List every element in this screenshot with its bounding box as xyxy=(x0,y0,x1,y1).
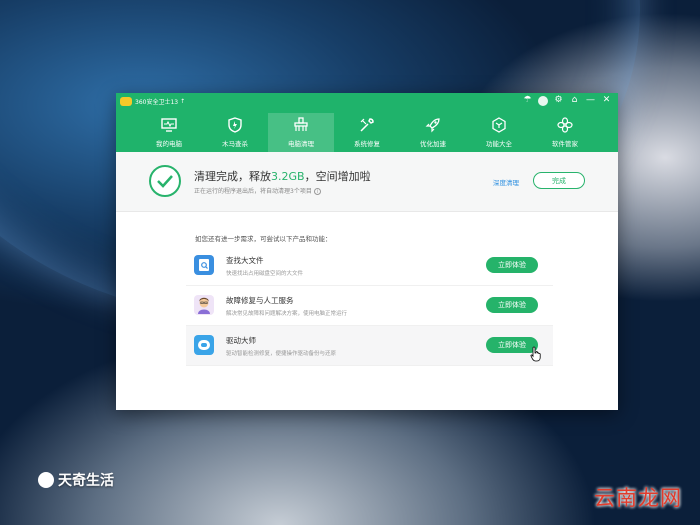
result-title: 清理完成，释放3.2GB，空间增加啦 xyxy=(194,168,371,184)
nav-trojan-scan[interactable]: 木马查杀 xyxy=(202,113,268,152)
broom-icon xyxy=(292,116,310,134)
cleanup-result-panel: 清理完成，释放3.2GB，空间增加啦 正在运行的程序退出后，将自动清理3个项目 i… xyxy=(116,152,618,212)
freed-size: 3.2GB xyxy=(271,170,305,183)
cube-icon xyxy=(490,116,508,134)
monitor-icon xyxy=(160,116,178,134)
suggestion-hint: 如您还有进一步需求，可尝试以下产品和功能： xyxy=(195,235,332,243)
close-icon[interactable]: ✕ xyxy=(601,95,612,106)
nav-pc-cleanup[interactable]: 电脑清理 xyxy=(268,113,334,152)
shirt-icon[interactable]: ⌂ xyxy=(569,95,580,106)
nav-label: 我的电脑 xyxy=(156,140,182,148)
main-nav: 我的电脑 木马查杀 电脑清理 系统修复 优化加速 功能大全 软件管家 xyxy=(136,113,598,152)
result-title-suffix: ，空间增加啦 xyxy=(304,170,371,183)
app-logo-icon xyxy=(120,96,132,106)
watermark-logo-icon xyxy=(38,472,54,488)
result-subtitle: 正在运行的程序退出后，将自动清理3个项目 i xyxy=(194,186,321,195)
info-icon[interactable]: i xyxy=(313,188,321,195)
app-header: 360安全卫士13 ↑ ☂ ⚙ ⌂ — ✕ 我的电脑 木马查杀 电脑清理 系统修… xyxy=(116,93,618,152)
rocket-icon xyxy=(424,116,442,134)
watermark-left-text: 天奇生活 xyxy=(58,473,114,489)
nav-label: 软件管家 xyxy=(552,140,578,148)
settings-icon[interactable]: ⚙ xyxy=(553,95,564,106)
nav-label: 电脑清理 xyxy=(288,140,314,148)
nav-label: 系统修复 xyxy=(354,140,380,148)
check-icon xyxy=(149,165,181,197)
watermark-right: 云南龙网 xyxy=(594,486,682,510)
person-icon xyxy=(194,295,214,315)
wrench-icon xyxy=(358,116,376,134)
nav-label: 木马查杀 xyxy=(222,140,248,148)
feature-desc: 驱动智能检测修复，便捷操作驱动备份与还原 xyxy=(226,351,337,357)
try-now-button[interactable]: 立即体验 xyxy=(486,257,538,273)
done-button[interactable]: 完成 xyxy=(533,172,585,189)
feature-title: 驱动大师 xyxy=(226,336,256,345)
upgrade-arrow-icon[interactable]: ↑ xyxy=(180,98,185,105)
skin-icon[interactable]: ☂ xyxy=(522,95,533,106)
avatar[interactable] xyxy=(538,95,548,106)
driver-icon xyxy=(194,335,214,355)
list-item: 故障修复与人工服务 解决常见故障和问题解决方案，使用电脑正常运行 立即体验 xyxy=(186,286,553,326)
watermark-left: 天奇生活 xyxy=(38,470,114,490)
list-item: 查找大文件 快速找出占用磁盘空间的大文件 立即体验 xyxy=(186,246,553,286)
feature-desc: 快速找出占用磁盘空间的大文件 xyxy=(226,271,304,277)
result-subtitle-text: 正在运行的程序退出后，将自动清理3个项目 xyxy=(194,188,312,195)
feature-title: 查找大文件 xyxy=(226,256,264,265)
hand-cursor-icon xyxy=(530,346,541,362)
app-window: 360安全卫士13 ↑ ☂ ⚙ ⌂ — ✕ 我的电脑 木马查杀 电脑清理 系统修… xyxy=(116,93,618,410)
list-item: 驱动大师 驱动智能检测修复，便捷操作驱动备份与还原 立即体验 xyxy=(186,326,553,366)
file-icon xyxy=(194,255,214,275)
deep-clean-link[interactable]: 深度清理 xyxy=(493,177,519,187)
nav-system-repair[interactable]: 系统修复 xyxy=(334,113,400,152)
nav-label: 优化加速 xyxy=(420,140,446,148)
feature-desc: 解决常见故障和问题解决方案，使用电脑正常运行 xyxy=(226,311,348,317)
window-controls: ☂ ⚙ ⌂ — ✕ xyxy=(522,95,612,106)
nav-optimize[interactable]: 优化加速 xyxy=(400,113,466,152)
nav-my-computer[interactable]: 我的电脑 xyxy=(136,113,202,152)
app-title: 360安全卫士13 xyxy=(135,98,179,106)
result-title-prefix: 清理完成，释放 xyxy=(194,170,271,183)
nav-label: 功能大全 xyxy=(486,140,512,148)
minimize-icon[interactable]: — xyxy=(585,95,596,106)
nav-software-manager[interactable]: 软件管家 xyxy=(532,113,598,152)
nav-features[interactable]: 功能大全 xyxy=(466,113,532,152)
feature-title: 故障修复与人工服务 xyxy=(226,296,294,305)
try-now-button[interactable]: 立即体验 xyxy=(486,297,538,313)
feature-list: 查找大文件 快速找出占用磁盘空间的大文件 立即体验 故障修复与人工服务 解决常见… xyxy=(186,246,553,366)
shield-icon xyxy=(226,116,244,134)
flower-icon xyxy=(556,116,574,134)
